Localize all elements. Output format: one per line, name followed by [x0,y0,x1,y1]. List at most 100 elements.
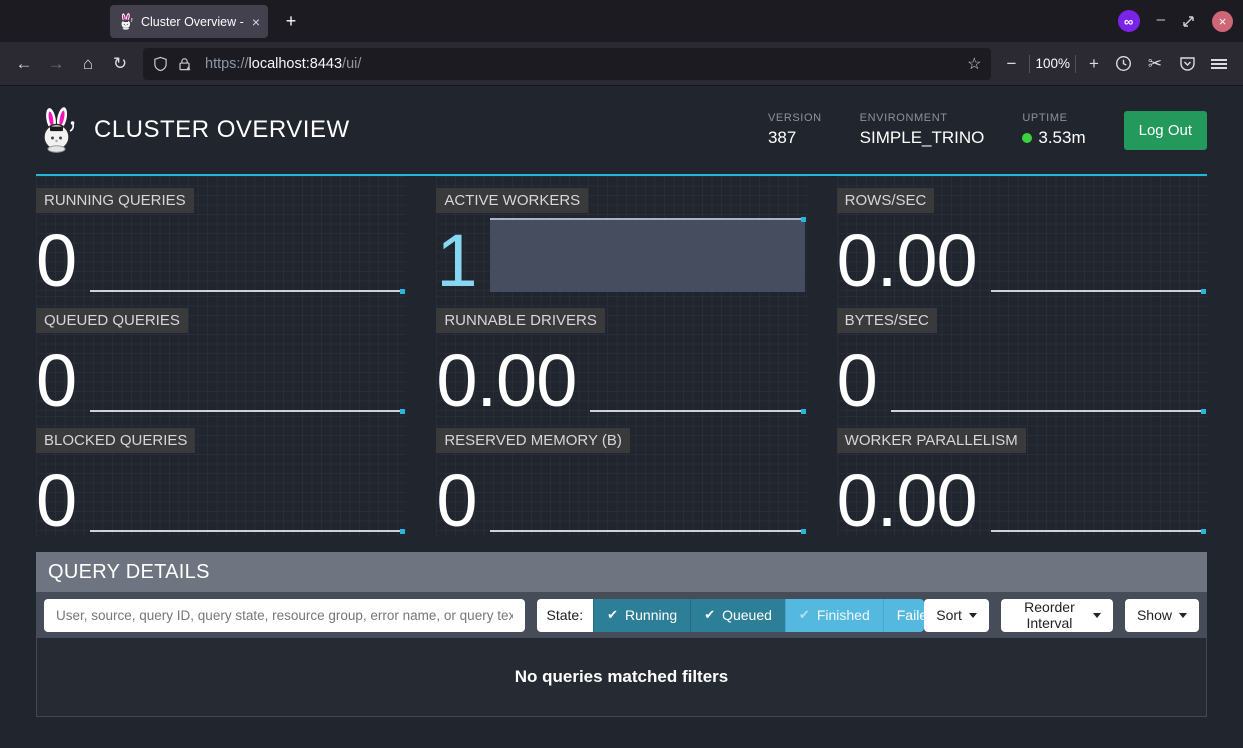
tile-label: WORKER PARALLELISM [837,428,1026,453]
check-icon: ✔ [799,607,810,623]
shield-icon[interactable] [153,56,168,72]
tile-label: BLOCKED QUERIES [36,428,195,453]
logout-button[interactable]: Log Out [1124,111,1207,150]
window-restore-button[interactable] [1182,15,1195,28]
sparkline [90,458,404,532]
url-host: localhost:8443 [249,56,343,72]
divider [1029,55,1030,73]
zoom-level[interactable]: 100% [1035,56,1070,71]
tile-value: 0 [837,351,877,412]
tile-value: 0.00 [837,471,977,532]
tile-label: RUNNABLE DRIVERS [436,308,605,333]
trino-bunny-logo [36,107,78,153]
lock-warning-icon[interactable] [177,56,192,72]
sparkline-end-dot [801,529,806,534]
page-header: CLUSTER OVERVIEW VERSION 387 ENVIRONMENT… [36,86,1207,176]
pocket-icon[interactable] [1171,48,1203,80]
version-label: VERSION [768,112,822,124]
state-button-running[interactable]: ✔ Running [593,599,690,632]
forward-icon[interactable]: → [40,48,72,80]
tile-label: RESERVED MEMORY (B) [436,428,630,453]
check-icon: ✔ [607,607,618,623]
chevron-down-icon [1093,613,1101,618]
version-metric: VERSION 387 [768,112,822,148]
sparkline [590,338,804,412]
browser-titlebar: Cluster Overview - Trino × + ∞ – × [0,0,1243,42]
environment-value: SIMPLE_TRINO [860,128,985,148]
query-filter-bar: State: ✔ Running ✔ Queued ✔ Finished Fai… [36,592,1207,638]
uptime-metric: UPTIME 3.53m [1022,112,1085,148]
tile-blocked-queries: BLOCKED QUERIES 0 [36,416,406,536]
empty-message: No queries matched filters [515,667,729,687]
zoom-in-icon[interactable]: + [1081,48,1107,80]
trino-favicon [118,13,134,30]
home-icon[interactable]: ⌂ [72,48,104,80]
state-filter-group: State: ✔ Running ✔ Queued ✔ Finished Fai… [537,599,925,632]
url-bar[interactable]: https://localhost:8443/ui/ ☆ [143,48,991,80]
sparkline [90,218,404,292]
state-button-queued[interactable]: ✔ Queued [690,599,785,632]
tab-title: Cluster Overview - Trino [141,15,247,29]
sparkline [991,458,1205,532]
tile-worker-parallelism: WORKER PARALLELISM 0.00 [837,416,1207,536]
new-tab-button[interactable]: + [278,9,304,35]
sparkline-end-dot [400,529,405,534]
state-button-finished[interactable]: ✔ Finished [785,599,883,632]
sparkline-end-dot [1201,409,1206,414]
tile-rows-sec: ROWS/SEC 0.00 [837,176,1207,296]
sparkline [991,218,1205,292]
uptime-value: 3.53m [1038,128,1085,148]
sparkline-end-dot [801,409,806,414]
chevron-down-icon [969,613,977,618]
zoom-out-icon[interactable]: − [998,48,1024,80]
history-clock-icon[interactable] [1107,48,1139,80]
menu-hamburger-icon[interactable] [1203,48,1235,80]
sort-dropdown[interactable]: Sort [924,599,989,632]
tile-queued-queries: QUEUED QUERIES 0 [36,296,406,416]
divider [1075,55,1076,73]
sparkline [490,218,804,292]
window-minimize-button[interactable]: – [1157,12,1165,27]
reorder-interval-dropdown[interactable]: Reorder Interval [1001,599,1113,632]
reload-icon[interactable]: ↻ [104,48,136,80]
extension-mask-icon[interactable]: ∞ [1118,10,1140,32]
tile-label: ROWS/SEC [837,188,935,213]
back-icon[interactable]: ← [8,48,40,80]
sparkline-end-dot [400,289,405,294]
state-button-failed[interactable]: Failed [883,599,925,632]
sparkline-end-dot [801,217,806,222]
tile-label: RUNNING QUERIES [36,188,194,213]
version-value: 387 [768,128,822,148]
window-close-button[interactable]: × [1212,11,1233,32]
query-list-empty-panel: No queries matched filters [36,638,1207,717]
tile-value: 1 [436,231,476,292]
sparkline-end-dot [1201,529,1206,534]
uptime-status-dot [1022,133,1032,143]
sparkline [891,338,1205,412]
tile-bytes-sec: BYTES/SEC 0 [837,296,1207,416]
tile-label: BYTES/SEC [837,308,937,333]
tile-runnable-drivers: RUNNABLE DRIVERS 0.00 [436,296,806,416]
show-dropdown[interactable]: Show [1125,599,1199,632]
browser-toolbar: ← → ⌂ ↻ https://localhost:8443/ui/ ☆ − 1… [0,42,1243,86]
tile-reserved-memory: RESERVED MEMORY (B) 0 [436,416,806,536]
bookmark-star-icon[interactable]: ☆ [967,54,981,74]
query-details-header: QUERY DETAILS [36,552,1207,592]
tile-value: 0 [36,351,76,412]
screenshot-scissors-icon[interactable]: ✂ [1139,48,1171,80]
sparkline [90,338,404,412]
tab-close-icon[interactable]: × [252,15,260,29]
environment-metric: ENVIRONMENT SIMPLE_TRINO [860,112,985,148]
url-text: https://localhost:8443/ui/ [205,56,361,72]
browser-tab[interactable]: Cluster Overview - Trino × [110,5,268,38]
trino-page: CLUSTER OVERVIEW VERSION 387 ENVIRONMENT… [0,86,1243,748]
sparkline-end-dot [400,409,405,414]
environment-label: ENVIRONMENT [860,112,985,124]
tile-running-queries: RUNNING QUERIES 0 [36,176,406,296]
stat-tiles: RUNNING QUERIES 0 ACTIVE WORKERS 1 ROWS/… [36,176,1207,536]
tile-value: 0 [436,471,476,532]
tile-active-workers: ACTIVE WORKERS 1 [436,176,806,296]
tile-label: ACTIVE WORKERS [436,188,588,213]
tile-value: 0 [36,231,76,292]
query-search-input[interactable] [44,599,525,632]
